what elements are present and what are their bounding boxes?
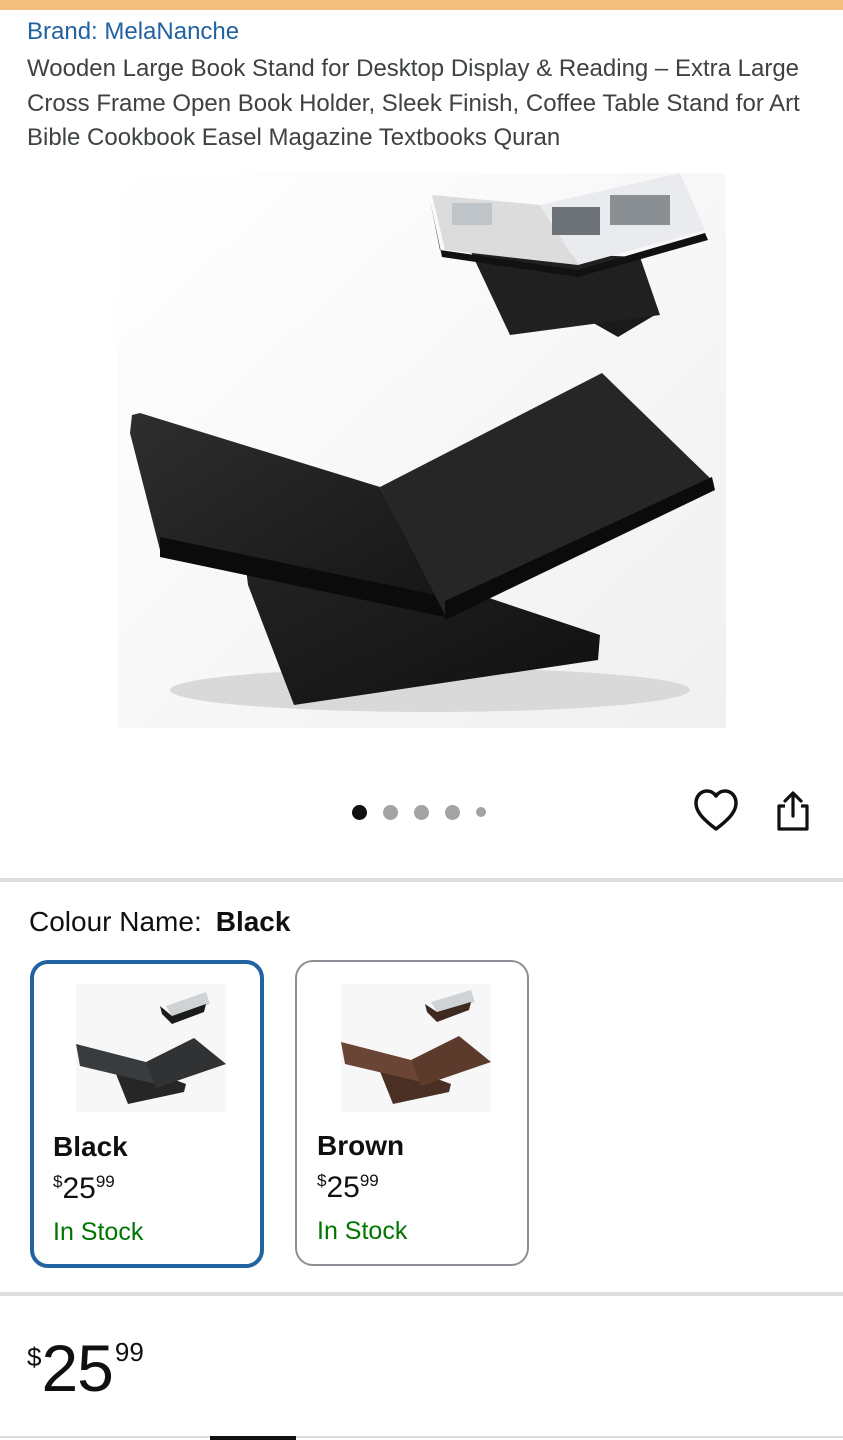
- section-divider: [0, 878, 843, 882]
- pagination-dot-5[interactable]: [476, 807, 486, 817]
- main-product-image: [118, 173, 726, 728]
- swatch-stock-status: In Stock: [317, 1217, 408, 1245]
- price-currency: $: [27, 1342, 42, 1372]
- share-button[interactable]: [768, 786, 818, 836]
- swatch-thumbnail-brown: [341, 984, 491, 1112]
- colour-name-label: Colour Name:: [29, 906, 202, 937]
- swatch-thumbnail-black: [76, 984, 226, 1112]
- price-whole: 25: [41, 1331, 113, 1405]
- swatch-price: $2599: [317, 1171, 379, 1204]
- swatch-name: Black: [53, 1131, 128, 1162]
- bottom-divider: [0, 1436, 843, 1438]
- heart-outline-icon: [694, 789, 738, 831]
- product-image-gallery[interactable]: [0, 165, 843, 740]
- scroll-indicator: [210, 1436, 296, 1440]
- pagination-dot-2[interactable]: [383, 804, 398, 820]
- product-price: $2599: [27, 1330, 144, 1406]
- wishlist-button[interactable]: [690, 786, 742, 836]
- pagination-dot-4[interactable]: [445, 804, 460, 820]
- brand-link[interactable]: Brand: MelaNanche: [27, 18, 239, 46]
- colour-name-row: Colour Name: Black: [29, 906, 290, 938]
- share-icon: [777, 791, 809, 831]
- colour-swatch-brown[interactable]: Brown $2599 In Stock: [295, 960, 529, 1266]
- swatch-stock-status: In Stock: [53, 1218, 144, 1246]
- price-fraction: 99: [114, 1337, 144, 1367]
- product-title: Wooden Large Book Stand for Desktop Disp…: [27, 55, 800, 151]
- swatch-name: Brown: [317, 1130, 405, 1161]
- swatch-price: $2599: [53, 1172, 115, 1205]
- pagination-dot-3[interactable]: [414, 804, 429, 820]
- colour-swatch-black[interactable]: Black $2599 In Stock: [30, 960, 264, 1268]
- top-accent-stripe: [0, 0, 843, 10]
- section-divider: [0, 1292, 843, 1296]
- colour-name-value: Black: [215, 906, 291, 937]
- pagination-dot-1[interactable]: [352, 804, 367, 820]
